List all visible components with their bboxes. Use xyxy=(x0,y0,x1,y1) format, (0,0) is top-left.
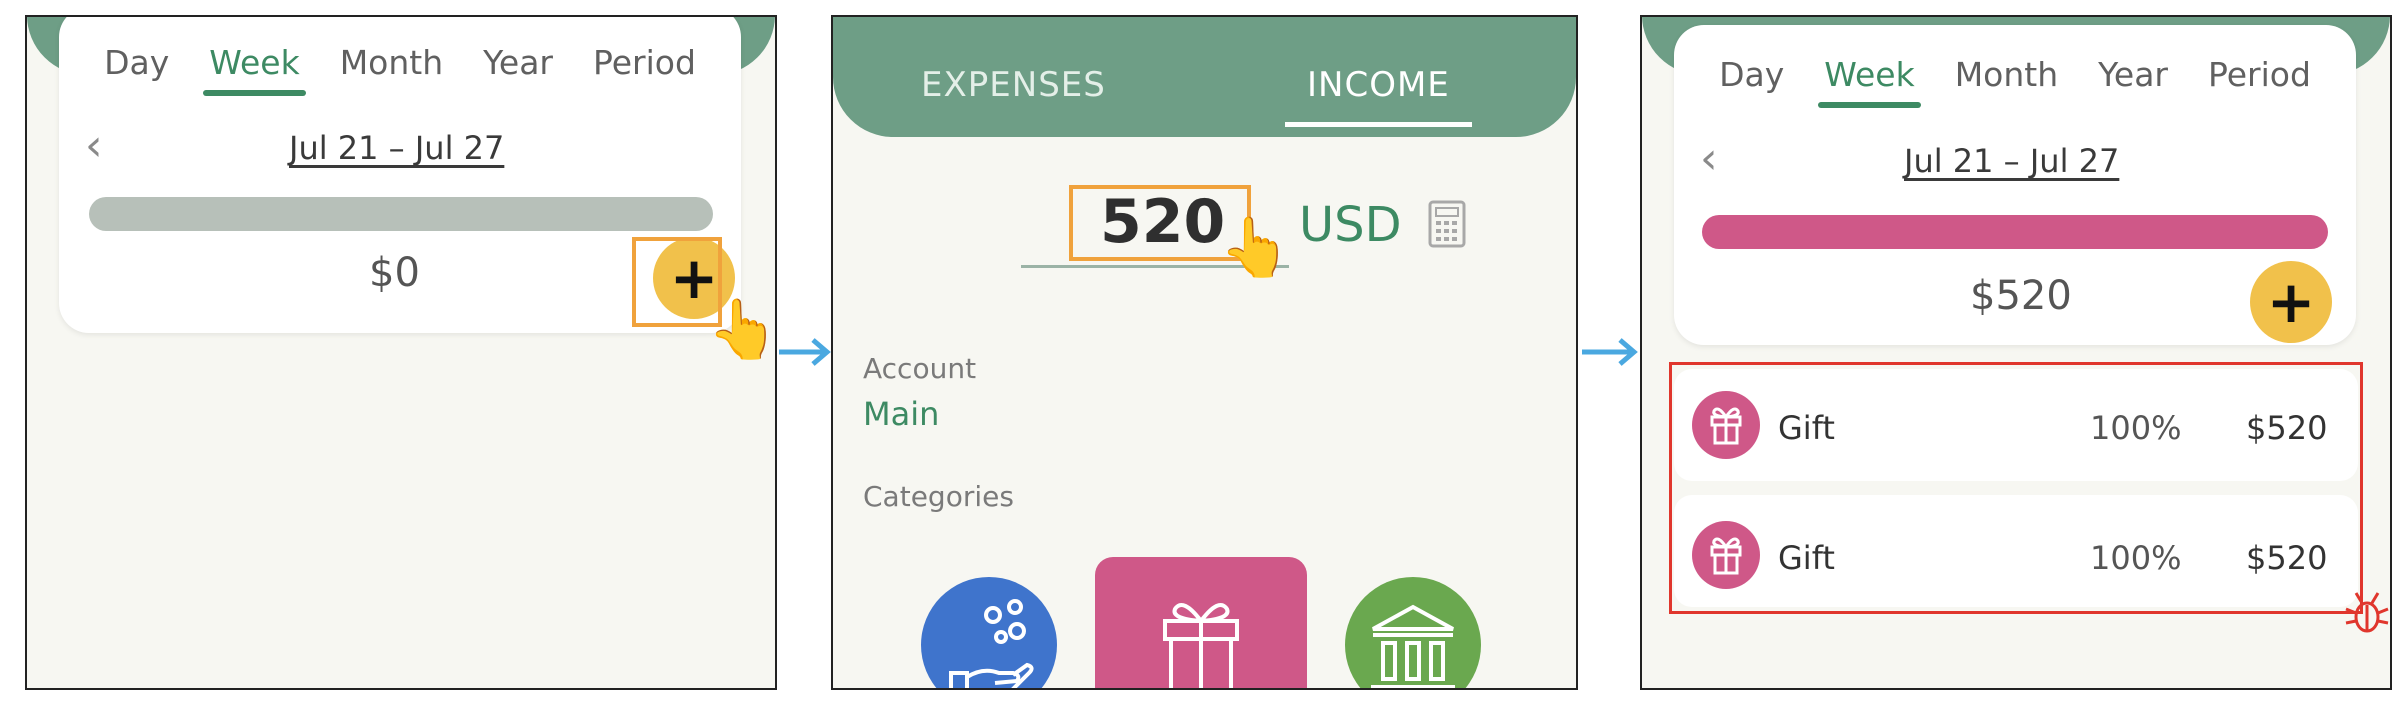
calculator-icon[interactable] xyxy=(1428,200,1466,248)
tab-period[interactable]: Period xyxy=(2202,55,2317,94)
total-amount: $0 xyxy=(369,250,420,296)
tab-week[interactable]: Week xyxy=(203,43,307,96)
row-name: Gift xyxy=(1778,409,1835,447)
tab-week[interactable]: Week xyxy=(1818,55,1922,108)
tab-month[interactable]: Month xyxy=(334,43,449,82)
list-item[interactable]: Gift 100% $520 xyxy=(1674,495,2358,607)
hand-coins-icon xyxy=(949,599,1034,688)
row-amount: $520 xyxy=(2246,409,2328,447)
screen-after: Day Week Month Year Period ‹ Jul 21 – Ju… xyxy=(1640,15,2392,690)
total-amount: $520 xyxy=(1970,273,2072,319)
list-item[interactable]: Gift 100% $520 xyxy=(1674,369,2358,481)
screen-add-income: EXPENSES INCOME 520 👆 USD Account Main C… xyxy=(831,15,1578,690)
category-bank[interactable] xyxy=(1345,577,1481,688)
bug-icon xyxy=(2345,592,2389,633)
tab-year[interactable]: Year xyxy=(477,43,559,82)
account-label: Account xyxy=(863,352,977,385)
row-percent: 100% xyxy=(2090,539,2182,577)
arrow-right-icon xyxy=(779,338,831,366)
row-name: Gift xyxy=(1778,539,1835,577)
tab-day[interactable]: Day xyxy=(1713,55,1790,94)
chevron-left-icon[interactable]: ‹ xyxy=(85,120,103,171)
period-tabs: Day Week Month Year Period xyxy=(59,43,741,96)
hand-pointer-icon: 👆 xyxy=(707,295,777,363)
tab-period[interactable]: Period xyxy=(587,43,702,82)
tab-day[interactable]: Day xyxy=(98,43,175,82)
tab-month[interactable]: Month xyxy=(1949,55,2064,94)
tab-expenses[interactable]: EXPENSES xyxy=(921,65,1106,105)
chevron-left-icon[interactable]: ‹ xyxy=(1700,133,1718,184)
add-button[interactable]: + xyxy=(2250,261,2332,343)
period-tabs: Day Week Month Year Period xyxy=(1674,55,2356,108)
category-salary[interactable] xyxy=(921,577,1057,688)
categories-label: Categories xyxy=(863,480,1014,513)
summary-card: Day Week Month Year Period ‹ Jul 21 – Ju… xyxy=(1674,25,2356,345)
tab-year[interactable]: Year xyxy=(2092,55,2174,94)
plus-icon: + xyxy=(2266,268,2316,336)
row-percent: 100% xyxy=(2090,409,2182,447)
gift-icon xyxy=(1692,521,1760,589)
gift-icon xyxy=(1163,603,1239,688)
account-value[interactable]: Main xyxy=(863,395,939,433)
row-amount: $520 xyxy=(2246,539,2328,577)
bank-icon xyxy=(1371,604,1455,688)
screen-before: Day Week Month Year Period ‹ Jul 21 – Ju… xyxy=(25,15,777,690)
currency-selector[interactable]: USD xyxy=(1299,197,1402,253)
gift-icon xyxy=(1692,391,1760,459)
date-range[interactable]: Jul 21 – Jul 27 xyxy=(1904,142,2119,180)
amount-input[interactable]: 520 xyxy=(1100,187,1225,257)
tab-income[interactable]: INCOME xyxy=(1285,65,1472,127)
category-gift[interactable] xyxy=(1095,557,1307,688)
arrow-right-icon xyxy=(1582,338,1638,366)
hand-pointer-icon: 👆 xyxy=(1219,213,1292,281)
date-range[interactable]: Jul 21 – Jul 27 xyxy=(289,129,504,167)
progress-bar xyxy=(1702,215,2328,249)
progress-bar xyxy=(89,197,713,231)
